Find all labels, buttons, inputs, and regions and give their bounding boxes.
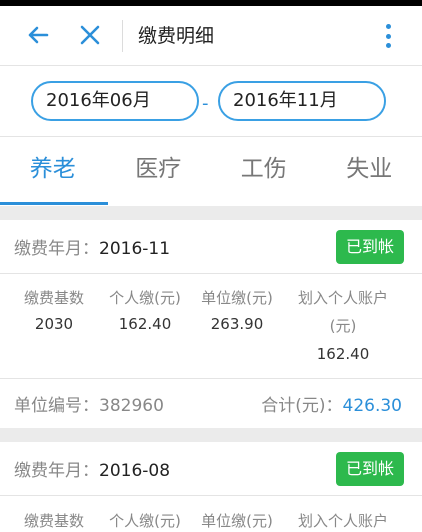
- date-separator: -: [202, 93, 209, 114]
- personal-column: 个人缴(元) 162.40: [101, 285, 189, 337]
- back-button[interactable]: [18, 15, 58, 55]
- close-button[interactable]: [70, 15, 110, 55]
- tab-medical[interactable]: 医疗: [106, 138, 212, 206]
- unit-value: 263.90: [210, 315, 264, 333]
- account-column: 划入个人账户: [287, 508, 399, 532]
- unit-column: 单位缴(元): [193, 508, 281, 532]
- total-label: 合计(元)：: [261, 396, 343, 416]
- account-value: 162.40: [316, 345, 370, 363]
- total-value: 426.30: [342, 396, 402, 416]
- personal-header: 个人缴(元): [109, 289, 181, 307]
- base-header: 缴费基数: [23, 289, 84, 307]
- month-label: 缴费年月：: [14, 239, 99, 259]
- tab-pension[interactable]: 养老: [0, 138, 106, 206]
- unit-header: 单位缴(元): [201, 289, 273, 307]
- end-date-picker[interactable]: 2016年11月: [218, 81, 386, 121]
- tab-unemployment[interactable]: 失业: [317, 138, 422, 206]
- unit-number-value: 382960: [99, 396, 164, 416]
- record-detail: 缴费基数 2030 个人缴(元) 162.40 单位缴(元) 263.90 划入…: [0, 285, 422, 375]
- unit-column: 单位缴(元) 263.90: [193, 285, 281, 337]
- start-date-picker[interactable]: 2016年06月: [31, 81, 199, 121]
- record-header: 缴费年月：2016-11 已到帐: [0, 220, 422, 274]
- month-label: 缴费年月：: [14, 461, 99, 481]
- header-divider: [122, 20, 123, 52]
- record-detail: 缴费基数 个人缴(元) 单位缴(元) 划入个人账户: [0, 508, 422, 532]
- month-value: 2016-11: [99, 239, 171, 259]
- personal-column: 个人缴(元): [101, 508, 189, 532]
- status-badge: 已到帐: [336, 452, 404, 486]
- account-header: 划入个人账户: [297, 512, 388, 530]
- unit-number-label: 单位编号：: [14, 396, 99, 416]
- date-range-bar: 2016年06月 - 2016年11月: [0, 67, 422, 137]
- section-gap: [0, 206, 422, 220]
- insurance-tabs: 养老 医疗 工伤 失业: [0, 138, 422, 206]
- base-header: 缴费基数: [23, 512, 84, 530]
- base-column: 缴费基数 2030: [18, 285, 90, 337]
- personal-value: 162.40: [118, 315, 172, 333]
- record-header: 缴费年月：2016-08 已到帐: [0, 442, 422, 496]
- app-header: 缴费明细: [0, 6, 422, 66]
- account-header-unit: (元): [329, 317, 357, 335]
- base-value: 2030: [34, 315, 74, 333]
- more-dots-icon: [385, 24, 391, 29]
- account-column: 划入个人账户 (元) 162.40: [287, 285, 399, 367]
- month-value: 2016-08: [99, 461, 171, 481]
- close-icon: [80, 25, 100, 45]
- active-tab-indicator: [0, 202, 108, 205]
- more-menu-button[interactable]: [380, 20, 396, 52]
- account-header: 划入个人账户: [297, 289, 388, 307]
- tab-injury[interactable]: 工伤: [211, 138, 317, 206]
- page-title: 缴费明细: [138, 25, 215, 47]
- unit-header: 单位缴(元): [201, 512, 273, 530]
- status-badge: 已到帐: [336, 230, 404, 264]
- base-column: 缴费基数: [18, 508, 90, 532]
- section-gap: [0, 428, 422, 442]
- arrow-left-icon: [28, 26, 49, 44]
- personal-header: 个人缴(元): [109, 512, 181, 530]
- record-footer: 单位编号：382960 合计(元)：426.30: [0, 378, 422, 426]
